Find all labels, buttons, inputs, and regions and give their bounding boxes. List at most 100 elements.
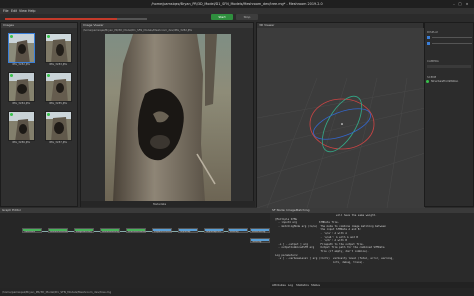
thumbnail-label: IMG_3287.JPG bbox=[48, 141, 68, 144]
image-thumbnail[interactable] bbox=[8, 33, 35, 63]
log-panel: SF Node: ImageMatching will have the sam… bbox=[270, 208, 474, 288]
tree-photo-icon bbox=[9, 34, 34, 62]
thumbnail-label: IMG_3283.JPG bbox=[48, 63, 68, 66]
images-panel: Images IMG_3282.JPG IMG_3283.JPG IMG_328… bbox=[0, 22, 78, 207]
close-icon[interactable]: × bbox=[465, 2, 469, 6]
graph-node-label: FeatureMatching bbox=[102, 230, 119, 233]
3d-viewport[interactable] bbox=[257, 28, 425, 208]
tab-status[interactable]: Status bbox=[311, 283, 320, 287]
graph-node[interactable]: Texturing bbox=[250, 238, 270, 243]
display-toggle-icon[interactable] bbox=[427, 36, 430, 39]
status-bar: /home/pamsiqez/Bryan_PR/3D_Model/D1_SFN_… bbox=[0, 288, 474, 296]
menu-edit[interactable]: Edit bbox=[11, 9, 17, 13]
status-dot-icon bbox=[10, 74, 13, 77]
graph-node[interactable]: ImageMatching bbox=[74, 228, 94, 233]
tree-photo-icon bbox=[9, 73, 34, 101]
image-viewer-header: Image Viewer bbox=[81, 23, 253, 28]
tab-log[interactable]: Log bbox=[288, 283, 293, 287]
status-dot-icon bbox=[10, 35, 13, 38]
image-thumbnail[interactable] bbox=[45, 33, 72, 63]
graph-edge bbox=[120, 230, 126, 231]
viewer-footer bbox=[81, 201, 255, 207]
graph-node-label: CameraInit bbox=[24, 230, 36, 233]
tree-image[interactable] bbox=[105, 34, 231, 201]
graph-edge bbox=[94, 230, 100, 231]
graph-edge bbox=[198, 230, 204, 231]
graph-editor-header: Graph Editor bbox=[0, 208, 270, 213]
image-thumbnail[interactable] bbox=[8, 111, 35, 141]
image-viewer-panel: Image Viewer /home/pamsiqez/Bryan_PR/3D_… bbox=[80, 22, 255, 207]
thumbnail-label: IMG_3282.JPG bbox=[11, 63, 31, 66]
graph-edge bbox=[172, 230, 178, 231]
graph-node-label: MeshFiltering bbox=[252, 230, 266, 233]
graph-node[interactable]: FeatureExtraction bbox=[48, 228, 68, 233]
metadata-tab[interactable]: Metadata bbox=[153, 202, 166, 206]
menu-view[interactable]: View bbox=[19, 9, 27, 13]
graph-node-label: StructureFromMotion bbox=[128, 230, 146, 233]
graph-edge bbox=[42, 230, 48, 231]
progress-bar-pending bbox=[117, 18, 147, 20]
log-line: info, debug, trace). bbox=[272, 260, 365, 264]
graph-node-label: DepthMap bbox=[180, 230, 191, 233]
tree-photo-icon bbox=[46, 112, 71, 140]
graph-edge bbox=[68, 230, 74, 231]
thumbnail-label: IMG_3284.JPG bbox=[11, 102, 31, 105]
grid-toggle-icon[interactable] bbox=[427, 42, 430, 45]
status-dot-icon bbox=[10, 113, 13, 116]
graph-node[interactable]: PrepareDenseScene bbox=[152, 228, 172, 233]
scene-section-header: SCENE bbox=[427, 75, 437, 79]
image-path: /home/pamsiqez/Bryan_PR/3D_Model/D1_SFN_… bbox=[83, 29, 193, 32]
graph-node-label: DepthMapFilter bbox=[206, 230, 222, 233]
start-button[interactable]: Start bbox=[211, 14, 233, 20]
graph-node-label: PrepareDenseScene bbox=[154, 230, 172, 233]
image-thumbnail[interactable] bbox=[45, 111, 72, 141]
image-thumbnail[interactable] bbox=[45, 72, 72, 102]
status-path: /home/pamsiqez/Bryan_PR/3D_Model/D1_SFN_… bbox=[2, 290, 112, 294]
status-dot-icon bbox=[47, 74, 50, 77]
graph-node-label: Meshing bbox=[230, 230, 239, 233]
images-panel-header: Images bbox=[1, 23, 77, 28]
tab-attributes[interactable]: Attributes bbox=[272, 283, 286, 287]
graph-node[interactable]: CameraInit bbox=[22, 228, 42, 233]
status-dot-icon bbox=[47, 113, 50, 116]
tree-photo-icon bbox=[46, 34, 71, 62]
maximize-icon[interactable]: □ bbox=[458, 2, 462, 6]
title-bar: /home/pamsiqez/Bryan_PR/3D_Model/D1_SFN_… bbox=[0, 0, 474, 8]
menu-file[interactable]: File bbox=[3, 9, 9, 13]
image-thumbnail[interactable] bbox=[8, 72, 35, 102]
progress-bar-done bbox=[5, 18, 117, 20]
display-slider[interactable] bbox=[432, 37, 472, 38]
viewer-inspector: DISPLAY CAMERA SCENE StructureFromMotion bbox=[424, 22, 474, 207]
graph-node[interactable]: FeatureMatching bbox=[100, 228, 120, 233]
log-panel-header: SF Node: ImageMatching bbox=[270, 208, 474, 213]
graph-node[interactable]: Meshing bbox=[228, 228, 248, 233]
camera-select[interactable] bbox=[427, 65, 471, 68]
thumbnail-label: IMG_3285.JPG bbox=[48, 102, 68, 105]
scene-item[interactable]: StructureFromMotion bbox=[431, 80, 473, 84]
graph-node[interactable]: StructureFromMotion bbox=[126, 228, 146, 233]
window-title: /home/pamsiqez/Bryan_PR/3D_Model/D1_SFN_… bbox=[151, 2, 323, 6]
graph-edge bbox=[146, 230, 152, 231]
status-dot-icon bbox=[47, 35, 50, 38]
graph-edge bbox=[224, 230, 228, 231]
graph-node-label: Texturing bbox=[252, 240, 262, 243]
graph-node[interactable]: DepthMap bbox=[178, 228, 198, 233]
tree-photo-icon bbox=[9, 112, 34, 140]
thumbnail-label: IMG_3286.JPG bbox=[11, 141, 31, 144]
graph-edge bbox=[248, 230, 250, 231]
graph-node-label: FeatureExtraction bbox=[50, 230, 68, 233]
tree-photo-icon bbox=[46, 73, 71, 101]
log-output: will have the same weight. [Multiple SfM… bbox=[272, 214, 472, 264]
graph-node-label: ImageMatching bbox=[76, 230, 92, 233]
stop-button[interactable]: Stop bbox=[236, 14, 258, 20]
tab-statistics[interactable]: Statistics bbox=[296, 283, 309, 287]
display-section-header: DISPLAY bbox=[427, 30, 439, 34]
camera-section-header: CAMERA bbox=[427, 59, 439, 63]
grid-slider[interactable] bbox=[432, 43, 472, 44]
graph-node[interactable]: MeshFiltering bbox=[250, 228, 270, 233]
visible-icon[interactable] bbox=[426, 80, 429, 83]
menu-help[interactable]: Help bbox=[28, 9, 36, 13]
graph-node[interactable]: DepthMapFilter bbox=[204, 228, 224, 233]
minimize-icon[interactable]: – bbox=[452, 2, 456, 6]
3d-viewer-panel: 3D Viewer bbox=[256, 22, 425, 208]
